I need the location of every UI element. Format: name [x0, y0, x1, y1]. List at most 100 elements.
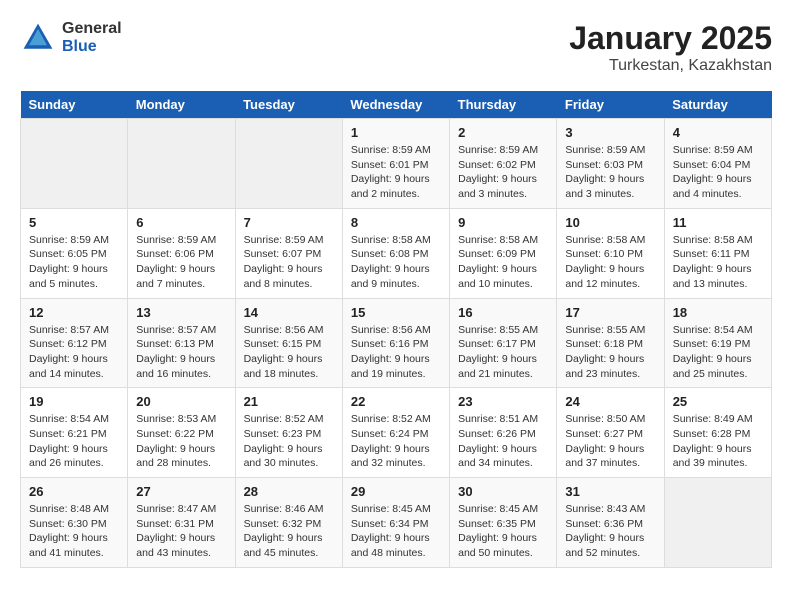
- day-cell: 11 Sunrise: 8:58 AMSunset: 6:11 PMDayligh…: [664, 208, 771, 298]
- logo-icon: [20, 20, 56, 56]
- day-number: 18: [673, 305, 763, 320]
- day-cell: 9 Sunrise: 8:58 AMSunset: 6:09 PMDaylight…: [450, 208, 557, 298]
- day-cell: 10 Sunrise: 8:58 AMSunset: 6:10 PMDayligh…: [557, 208, 664, 298]
- day-cell: [128, 119, 235, 209]
- day-number: 29: [351, 484, 441, 499]
- day-cell: 24Sunrise: 8:50 AMSunset: 6:27 PMDayligh…: [557, 388, 664, 478]
- day-info: Sunrise: 8:43 AMSunset: 6:36 PMDaylight:…: [565, 502, 655, 561]
- day-number: 30: [458, 484, 548, 499]
- day-cell: 26 Sunrise: 8:48 AMSunset: 6:30 PMDayligh…: [21, 478, 128, 568]
- header-cell-friday: Friday: [557, 91, 664, 119]
- day-number: 22: [351, 394, 441, 409]
- day-info: Sunrise: 8:50 AMSunset: 6:27 PMDaylight:…: [565, 412, 655, 471]
- header-cell-wednesday: Wednesday: [342, 91, 449, 119]
- day-cell: 1Sunrise: 8:59 AMSunset: 6:01 PMDaylight…: [342, 119, 449, 209]
- day-cell: [664, 478, 771, 568]
- day-cell: 3Sunrise: 8:59 AMSunset: 6:03 PMDaylight…: [557, 119, 664, 209]
- day-cell: [235, 119, 342, 209]
- day-number: 23: [458, 394, 548, 409]
- day-cell: 14 Sunrise: 8:56 AMSunset: 6:15 PMDayligh…: [235, 298, 342, 388]
- page-header: General Blue January 2025 Turkestan, Kaz…: [20, 20, 772, 75]
- day-number: 31: [565, 484, 655, 499]
- week-row-0: 1Sunrise: 8:59 AMSunset: 6:01 PMDaylight…: [21, 119, 772, 209]
- day-cell: 12 Sunrise: 8:57 AMSunset: 6:12 PMDayligh…: [21, 298, 128, 388]
- header-cell-monday: Monday: [128, 91, 235, 119]
- day-info: Sunrise: 8:59 AMSunset: 6:03 PMDaylight:…: [565, 143, 655, 202]
- day-number: 15: [351, 305, 441, 320]
- day-info: Sunrise: 8:47 AMSunset: 6:31 PMDaylight:…: [136, 502, 226, 561]
- day-number: 12: [29, 305, 119, 320]
- day-info: Sunrise: 8:59 AMSunset: 6:06 PMDaylight:…: [136, 233, 226, 292]
- day-number: 5: [29, 215, 119, 230]
- day-cell: [21, 119, 128, 209]
- day-cell: 30 Sunrise: 8:45 AMSunset: 6:35 PMDayligh…: [450, 478, 557, 568]
- day-cell: 25 Sunrise: 8:49 AMSunset: 6:28 PMDayligh…: [664, 388, 771, 478]
- day-number: 9: [458, 215, 548, 230]
- day-info: Sunrise: 8:58 AMSunset: 6:10 PMDaylight:…: [565, 233, 655, 292]
- day-info: Sunrise: 8:52 AMSunset: 6:24 PMDaylight:…: [351, 412, 441, 471]
- calendar-table: SundayMondayTuesdayWednesdayThursdayFrid…: [20, 91, 772, 568]
- day-number: 20: [136, 394, 226, 409]
- day-cell: 4 Sunrise: 8:59 AMSunset: 6:04 PMDaylight…: [664, 119, 771, 209]
- day-info: Sunrise: 8:58 AMSunset: 6:09 PMDaylight:…: [458, 233, 548, 292]
- day-info: Sunrise: 8:52 AMSunset: 6:23 PMDaylight:…: [244, 412, 334, 471]
- day-number: 8: [351, 215, 441, 230]
- title-block: January 2025 Turkestan, Kazakhstan: [569, 20, 772, 75]
- day-cell: 28 Sunrise: 8:46 AMSunset: 6:32 PMDayligh…: [235, 478, 342, 568]
- day-info: Sunrise: 8:59 AMSunset: 6:01 PMDaylight:…: [351, 143, 441, 202]
- day-cell: 19 Sunrise: 8:54 AMSunset: 6:21 PMDayligh…: [21, 388, 128, 478]
- day-info: Sunrise: 8:59 AMSunset: 6:04 PMDaylight:…: [673, 143, 763, 202]
- day-number: 4: [673, 125, 763, 140]
- day-info: Sunrise: 8:58 AMSunset: 6:08 PMDaylight:…: [351, 233, 441, 292]
- day-cell: 18Sunrise: 8:54 AMSunset: 6:19 PMDayligh…: [664, 298, 771, 388]
- day-info: Sunrise: 8:46 AMSunset: 6:32 PMDaylight:…: [244, 502, 334, 561]
- logo-general: General: [62, 20, 122, 38]
- day-number: 10: [565, 215, 655, 230]
- day-info: Sunrise: 8:56 AMSunset: 6:16 PMDaylight:…: [351, 323, 441, 382]
- header-row: SundayMondayTuesdayWednesdayThursdayFrid…: [21, 91, 772, 119]
- header-cell-sunday: Sunday: [21, 91, 128, 119]
- day-cell: 8 Sunrise: 8:58 AMSunset: 6:08 PMDaylight…: [342, 208, 449, 298]
- day-cell: 15 Sunrise: 8:56 AMSunset: 6:16 PMDayligh…: [342, 298, 449, 388]
- day-number: 14: [244, 305, 334, 320]
- day-cell: 2Sunrise: 8:59 AMSunset: 6:02 PMDaylight…: [450, 119, 557, 209]
- day-info: Sunrise: 8:55 AMSunset: 6:17 PMDaylight:…: [458, 323, 548, 382]
- week-row-1: 5 Sunrise: 8:59 AMSunset: 6:05 PMDaylight…: [21, 208, 772, 298]
- page-title: January 2025: [569, 20, 772, 57]
- day-number: 16: [458, 305, 548, 320]
- day-info: Sunrise: 8:49 AMSunset: 6:28 PMDaylight:…: [673, 412, 763, 471]
- day-number: 17: [565, 305, 655, 320]
- logo-text: General Blue: [62, 20, 122, 55]
- day-info: Sunrise: 8:59 AMSunset: 6:05 PMDaylight:…: [29, 233, 119, 292]
- day-number: 26: [29, 484, 119, 499]
- day-info: Sunrise: 8:56 AMSunset: 6:15 PMDaylight:…: [244, 323, 334, 382]
- calendar-header: SundayMondayTuesdayWednesdayThursdayFrid…: [21, 91, 772, 119]
- day-info: Sunrise: 8:51 AMSunset: 6:26 PMDaylight:…: [458, 412, 548, 471]
- day-info: Sunrise: 8:59 AMSunset: 6:07 PMDaylight:…: [244, 233, 334, 292]
- day-info: Sunrise: 8:58 AMSunset: 6:11 PMDaylight:…: [673, 233, 763, 292]
- day-number: 6: [136, 215, 226, 230]
- day-cell: 21Sunrise: 8:52 AMSunset: 6:23 PMDayligh…: [235, 388, 342, 478]
- day-info: Sunrise: 8:48 AMSunset: 6:30 PMDaylight:…: [29, 502, 119, 561]
- week-row-3: 19 Sunrise: 8:54 AMSunset: 6:21 PMDayligh…: [21, 388, 772, 478]
- calendar-body: 1Sunrise: 8:59 AMSunset: 6:01 PMDaylight…: [21, 119, 772, 568]
- day-cell: 6 Sunrise: 8:59 AMSunset: 6:06 PMDaylight…: [128, 208, 235, 298]
- day-cell: 16 Sunrise: 8:55 AMSunset: 6:17 PMDayligh…: [450, 298, 557, 388]
- day-info: Sunrise: 8:54 AMSunset: 6:21 PMDaylight:…: [29, 412, 119, 471]
- header-cell-tuesday: Tuesday: [235, 91, 342, 119]
- day-number: 19: [29, 394, 119, 409]
- day-info: Sunrise: 8:53 AMSunset: 6:22 PMDaylight:…: [136, 412, 226, 471]
- header-cell-saturday: Saturday: [664, 91, 771, 119]
- day-cell: 5 Sunrise: 8:59 AMSunset: 6:05 PMDaylight…: [21, 208, 128, 298]
- day-number: 28: [244, 484, 334, 499]
- logo: General Blue: [20, 20, 122, 56]
- logo-blue: Blue: [62, 38, 122, 56]
- day-number: 25: [673, 394, 763, 409]
- day-info: Sunrise: 8:45 AMSunset: 6:35 PMDaylight:…: [458, 502, 548, 561]
- day-cell: 20 Sunrise: 8:53 AMSunset: 6:22 PMDayligh…: [128, 388, 235, 478]
- header-cell-thursday: Thursday: [450, 91, 557, 119]
- day-cell: 22 Sunrise: 8:52 AMSunset: 6:24 PMDayligh…: [342, 388, 449, 478]
- day-info: Sunrise: 8:57 AMSunset: 6:12 PMDaylight:…: [29, 323, 119, 382]
- day-cell: 31 Sunrise: 8:43 AMSunset: 6:36 PMDayligh…: [557, 478, 664, 568]
- day-number: 11: [673, 215, 763, 230]
